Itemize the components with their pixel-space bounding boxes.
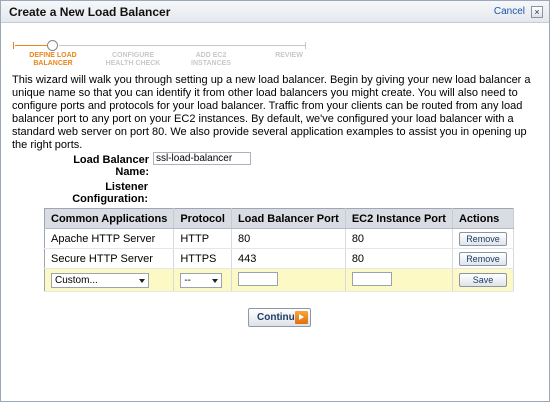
step-label-line: DEFINE LOAD bbox=[29, 52, 77, 59]
listener-table: Common Applications Protocol Load Balanc… bbox=[44, 208, 514, 292]
cell-instance-port bbox=[345, 268, 453, 292]
listener-config-label: Listener Configuration: bbox=[41, 181, 148, 205]
application-select-value: Custom... bbox=[55, 274, 98, 286]
protocol-select[interactable]: -- bbox=[180, 272, 223, 288]
chevron-down-icon bbox=[212, 278, 219, 283]
cell-lb-port: 443 bbox=[231, 248, 346, 269]
dialog-titlebar: Create a New Load Balancer Cancel × bbox=[1, 1, 549, 23]
step-label-line: BALANCER bbox=[33, 60, 73, 67]
column-header-actions: Actions bbox=[452, 208, 514, 229]
remove-button[interactable]: Remove bbox=[458, 251, 507, 266]
step-label-line: HEALTH CHECK bbox=[105, 60, 161, 67]
chevron-down-icon bbox=[139, 278, 145, 283]
cell-actions: Remove bbox=[452, 228, 514, 249]
table-row: Secure HTTP Server HTTPS 443 80 Remove bbox=[44, 248, 514, 269]
cell-lb-port bbox=[231, 268, 346, 292]
remove-button[interactable]: Remove bbox=[458, 231, 507, 246]
lb-name-label: Load Balancer Name: bbox=[73, 154, 149, 178]
wizard-step-configure-health-check: CONFIGURE HEALTH CHECK bbox=[105, 52, 161, 68]
instance-port-input[interactable] bbox=[351, 271, 392, 286]
cell-application: Secure HTTP Server bbox=[44, 248, 175, 269]
progress-start-tick bbox=[13, 42, 14, 49]
wizard-step-define-load-balancer: DEFINE LOAD BALANCER bbox=[27, 52, 79, 68]
cell-instance-port: 80 bbox=[345, 248, 453, 269]
protocol-select-value: -- bbox=[184, 274, 191, 286]
step-label-line: CONFIGURE bbox=[112, 52, 154, 59]
create-load-balancer-dialog: Create a New Load Balancer Cancel × DEFI… bbox=[0, 0, 550, 402]
dialog-title: Create a New Load Balancer bbox=[9, 5, 171, 19]
column-header-lb-port: Load Balancer Port bbox=[231, 208, 346, 229]
step-label-line: REVIEW bbox=[275, 52, 303, 59]
lb-port-input[interactable] bbox=[237, 271, 278, 286]
cell-application: Custom... bbox=[44, 268, 175, 292]
lb-name-input[interactable] bbox=[153, 152, 251, 165]
wizard-step-review: REVIEW bbox=[271, 52, 307, 60]
cancel-link[interactable]: Cancel bbox=[494, 6, 525, 17]
wizard-step-add-ec2-instances: ADD EC2 INSTANCES bbox=[185, 52, 237, 68]
cell-actions: Save bbox=[452, 268, 514, 292]
step-label-line: ADD EC2 bbox=[195, 52, 227, 59]
wizard-intro-text: This wizard will walk you through settin… bbox=[12, 74, 531, 151]
application-select[interactable]: Custom... bbox=[51, 272, 149, 288]
cell-protocol: HTTP bbox=[173, 228, 232, 249]
new-listener-row: Custom... -- Save bbox=[44, 268, 514, 292]
progress-end-tick bbox=[305, 42, 306, 49]
column-header-application: Common Applications bbox=[44, 208, 175, 229]
cell-lb-port: 80 bbox=[231, 228, 346, 249]
cell-protocol: -- bbox=[173, 268, 232, 292]
table-row: Apache HTTP Server HTTP 80 80 Remove bbox=[44, 228, 514, 249]
cell-actions: Remove bbox=[452, 248, 514, 269]
progress-line-complete bbox=[15, 45, 51, 46]
continue-label: Continue bbox=[257, 312, 301, 323]
step-label-line: INSTANCES bbox=[191, 60, 231, 67]
progress-line-remaining bbox=[59, 45, 305, 46]
cell-instance-port: 80 bbox=[345, 228, 453, 249]
arrow-right-icon bbox=[295, 311, 308, 324]
cell-protocol: HTTPS bbox=[173, 248, 232, 269]
listener-label-line: Listener bbox=[105, 181, 148, 193]
save-button[interactable]: Save bbox=[458, 273, 507, 287]
continue-button[interactable]: Continue bbox=[248, 308, 311, 327]
column-header-protocol: Protocol bbox=[173, 208, 232, 229]
listener-label-line: Configuration: bbox=[72, 193, 148, 205]
cell-application: Apache HTTP Server bbox=[44, 228, 175, 249]
current-step-marker bbox=[47, 40, 58, 51]
column-header-instance-port: EC2 Instance Port bbox=[345, 208, 453, 229]
table-header-row: Common Applications Protocol Load Balanc… bbox=[44, 208, 514, 229]
close-icon[interactable]: × bbox=[531, 6, 543, 18]
